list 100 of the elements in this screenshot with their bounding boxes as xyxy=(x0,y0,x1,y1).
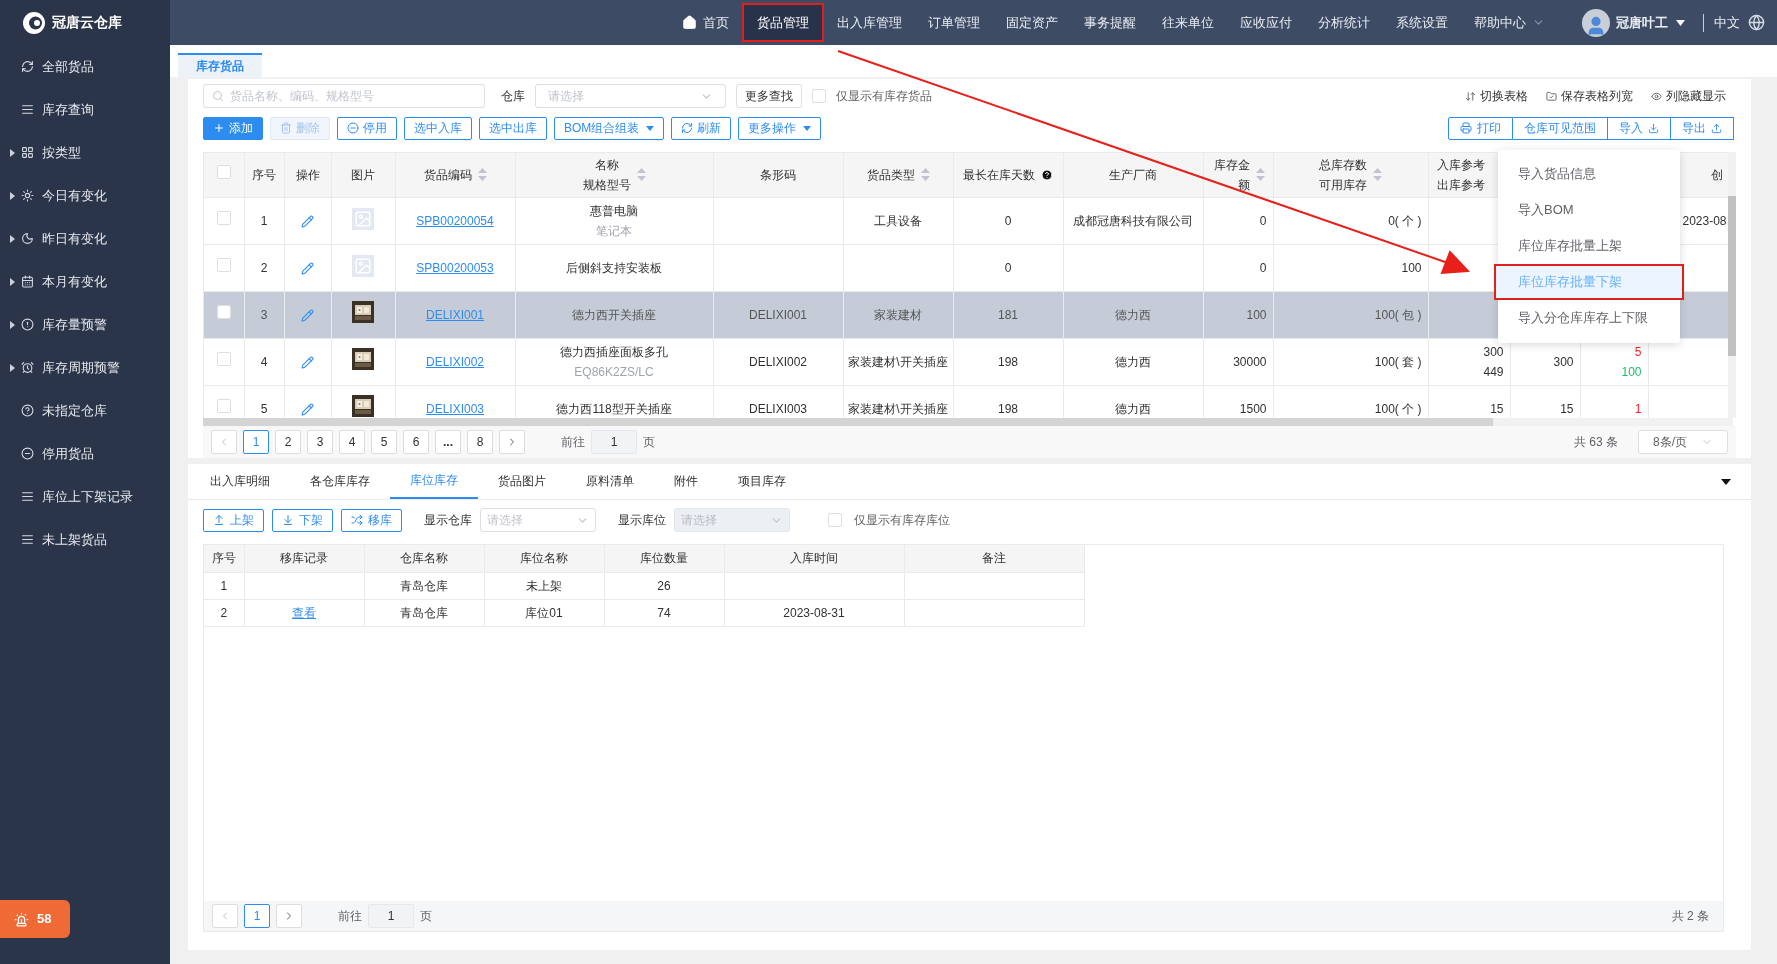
next-page-button[interactable] xyxy=(276,904,302,928)
page-button[interactable]: 1 xyxy=(243,430,269,454)
product-code-link[interactable]: SPB00200053 xyxy=(416,260,494,275)
toolbar-button[interactable]: 导出 xyxy=(1671,116,1734,140)
language-label[interactable]: 中文 xyxy=(1714,12,1740,33)
more-search-button[interactable]: 更多查找 xyxy=(736,84,802,108)
sort-icon[interactable] xyxy=(636,168,646,182)
sidebar-item[interactable]: 按类型 xyxy=(0,131,170,174)
table-row[interactable]: 5 DELIXI003 德力西118型开关插座 DELIXI003 家装建材\开关插座 198 德力西 1500 100( 个 ) 15 15 1 xyxy=(204,385,1729,418)
next-page-button[interactable] xyxy=(499,430,525,454)
page-button[interactable]: 8 xyxy=(467,430,493,454)
user-avatar[interactable] xyxy=(1582,8,1610,37)
detail-toolbar-button[interactable]: 下架 xyxy=(272,508,333,532)
edit-icon[interactable] xyxy=(301,214,314,228)
detail-tab[interactable]: 原料清单 xyxy=(566,463,654,499)
edit-icon[interactable] xyxy=(301,355,314,369)
checkbox[interactable] xyxy=(812,89,826,103)
nav-item[interactable]: 固定资产 xyxy=(993,3,1071,42)
page-button[interactable]: 1 xyxy=(244,904,270,928)
detail-tab[interactable]: 货品图片 xyxy=(478,463,566,499)
toolbar-button[interactable]: 打印 xyxy=(1448,116,1513,140)
edit-icon[interactable] xyxy=(301,308,314,322)
edit-icon[interactable] xyxy=(301,261,314,275)
page-button[interactable]: 2 xyxy=(275,430,301,454)
user-name[interactable]: 冠唐叶工 xyxy=(1616,12,1668,33)
sidebar-item[interactable]: 库存查询 xyxy=(0,88,170,131)
caret-icon[interactable] xyxy=(1721,479,1731,485)
previous-page-button[interactable] xyxy=(212,904,238,928)
product-code-link[interactable]: SPB00200054 xyxy=(416,213,494,228)
checkbox[interactable] xyxy=(828,513,842,527)
nav-item[interactable]: 订单管理 xyxy=(915,3,993,42)
horizontal-scrollbar[interactable] xyxy=(203,418,1733,426)
nav-item[interactable]: 首页 xyxy=(669,3,742,42)
toolbar-button[interactable]: 导入 xyxy=(1608,116,1671,140)
table-row[interactable]: 4 DELIXI002 德力西插座面板多孔 EQ86K2ZS/LC DELIXI002 家装建材\开关插座 198 德力西 30000 100( 套 ) 300 449 300 5 100 xyxy=(204,338,1729,385)
sidebar-item[interactable]: 未指定仓库 xyxy=(0,389,170,432)
toolbar-button[interactable]: 选中入库 xyxy=(404,116,472,140)
sidebar-item[interactable]: 今日有变化 xyxy=(0,174,170,217)
detail-tab[interactable]: 项目库存 xyxy=(718,463,806,499)
checkbox[interactable] xyxy=(216,305,231,319)
checkbox[interactable] xyxy=(216,352,231,366)
sidebar-item[interactable]: 库位上下架记录 xyxy=(0,475,170,518)
detail-tab[interactable]: 附件 xyxy=(654,463,718,499)
nav-item[interactable]: 应收应付 xyxy=(1227,3,1305,42)
previous-page-button[interactable] xyxy=(211,430,237,454)
sidebar-item[interactable]: 全部货品 xyxy=(0,45,170,88)
detail-toolbar-button[interactable]: 移库 xyxy=(341,508,402,532)
toolbar-button[interactable]: BOM组合组装 xyxy=(554,116,665,140)
sidebar-item[interactable]: 停用货品 xyxy=(0,432,170,475)
column-header[interactable]: 总库存数 可用库存 xyxy=(1273,153,1428,197)
page-button[interactable]: ... xyxy=(435,430,461,454)
globe-icon[interactable] xyxy=(1748,14,1765,31)
page-button[interactable]: 5 xyxy=(371,430,397,454)
product-code-link[interactable]: DELIXI002 xyxy=(425,354,484,369)
toolbar-button[interactable]: 停用 xyxy=(337,116,397,140)
table-tool-link[interactable]: 列隐藏显示 xyxy=(1651,87,1726,105)
page-size-select[interactable]: 8条/页 xyxy=(1638,430,1728,454)
vertical-scrollbar[interactable] xyxy=(1728,152,1736,418)
nav-item[interactable]: 往来单位 xyxy=(1149,3,1227,42)
page-button[interactable]: 4 xyxy=(339,430,365,454)
checkbox[interactable] xyxy=(216,399,231,413)
toolbar-button[interactable]: 选中出库 xyxy=(479,116,547,140)
sidebar-item[interactable]: 本月有变化 xyxy=(0,260,170,303)
toolbar-button[interactable]: 仓库可见范围 xyxy=(1513,116,1608,140)
nav-item[interactable]: 事务提醒 xyxy=(1071,3,1149,42)
sidebar-item[interactable]: 昨日有变化 xyxy=(0,217,170,260)
toolbar-button[interactable]: 刷新 xyxy=(671,116,732,140)
detail-tab[interactable]: 出入库明细 xyxy=(190,463,290,499)
product-code-link[interactable]: DELIXI003 xyxy=(425,401,484,416)
help-icon[interactable] xyxy=(1041,168,1053,181)
column-header[interactable]: 货品编码 xyxy=(395,153,515,197)
toolbar-button[interactable]: 更多操作 xyxy=(738,116,822,140)
sidebar-item[interactable]: 未上架货品 xyxy=(0,518,170,561)
menu-item[interactable]: 导入分仓库库存上下限 xyxy=(1498,300,1680,336)
sort-icon[interactable] xyxy=(920,168,930,182)
table-tool-link[interactable]: 切换表格 xyxy=(1465,87,1528,105)
nav-item[interactable]: 出入库管理 xyxy=(824,3,915,42)
view-link[interactable]: 查看 xyxy=(292,605,316,620)
nav-item[interactable]: 分析统计 xyxy=(1305,3,1383,42)
edit-icon[interactable] xyxy=(301,402,314,416)
nav-item[interactable]: 货品管理 xyxy=(742,3,824,42)
sort-icon[interactable] xyxy=(1255,168,1265,182)
checkbox[interactable] xyxy=(216,165,231,180)
page-number-field[interactable]: 1 xyxy=(591,430,637,454)
sort-icon[interactable] xyxy=(1373,168,1382,182)
sort-icon[interactable] xyxy=(477,168,487,182)
sidebar-item[interactable]: 库存周期预警 xyxy=(0,346,170,389)
detail-tab[interactable]: 各仓库库存 xyxy=(290,463,390,499)
page-button[interactable]: 6 xyxy=(403,430,429,454)
table-tool-link[interactable]: 保存表格列宽 xyxy=(1546,87,1633,105)
nav-item[interactable]: 系统设置 xyxy=(1383,3,1461,42)
sidebar-item[interactable]: 库存量预警 xyxy=(0,303,170,346)
checkbox[interactable] xyxy=(216,258,231,272)
detail-tab[interactable]: 库位库存 xyxy=(390,463,478,499)
nav-item[interactable]: 帮助中心 xyxy=(1461,3,1558,42)
checkbox[interactable] xyxy=(216,211,231,225)
detail-toolbar-button[interactable]: 上架 xyxy=(203,508,264,532)
column-header[interactable]: 货品类型 xyxy=(843,153,953,197)
page-number-field[interactable]: 1 xyxy=(368,904,414,928)
page-button[interactable]: 3 xyxy=(307,430,333,454)
